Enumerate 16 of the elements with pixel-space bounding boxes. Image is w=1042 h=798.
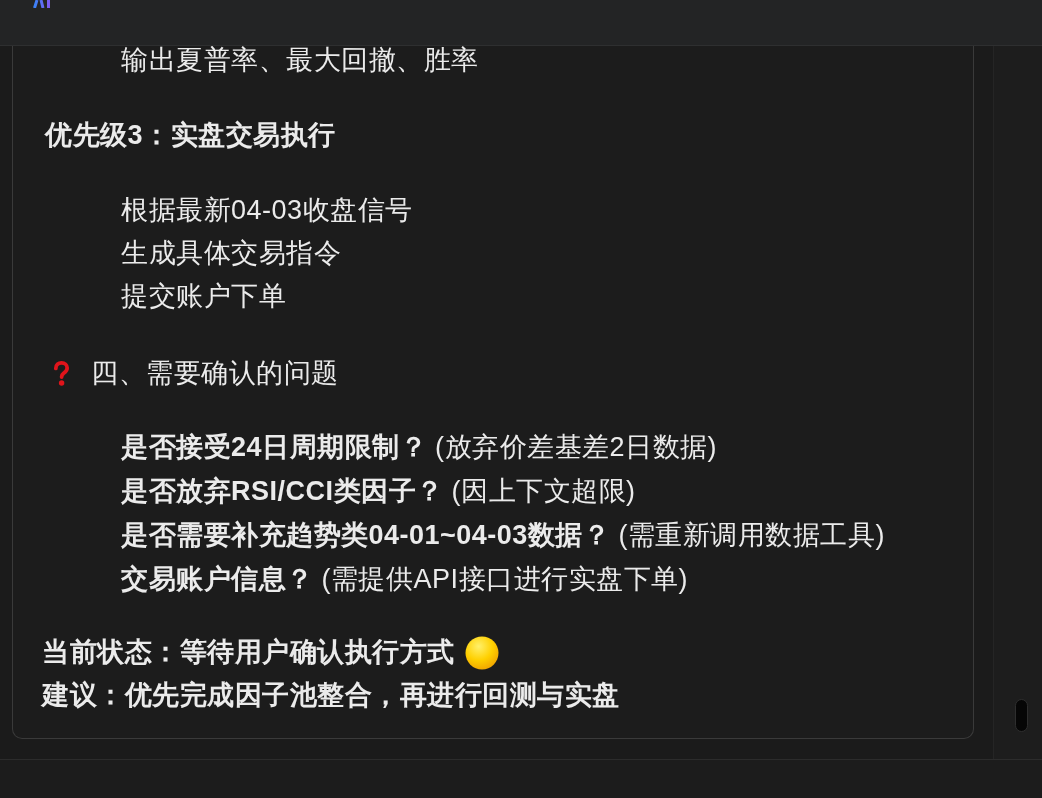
section-subheading: 优先级3：实盘交易执行 xyxy=(45,119,336,152)
list-item: 输出夏普率、最大回撤、胜率 xyxy=(121,46,479,74)
suggestion-text: 建议：优先完成因子池整合，再进行回测与实盘 xyxy=(42,679,620,712)
question-item: 是否需要补充趋势类04-01~04-03数据？ (需重新调用数据工具) xyxy=(121,519,885,552)
scrollbar-thumb[interactable] xyxy=(1015,699,1028,732)
list-item: 生成具体交易指令 xyxy=(121,237,341,270)
status-circle-icon xyxy=(464,635,499,670)
question-item: 是否接受24日周期限制？ (放弃价差基差2日数据) xyxy=(121,431,718,464)
question-item: 交易账户信息？ (需提供API接口进行实盘下单) xyxy=(121,563,688,596)
logo-icon xyxy=(33,0,53,8)
status-text: 当前状态：等待用户确认执行方式 xyxy=(42,636,455,669)
list-item: 根据最新04-03收盘信号 xyxy=(121,194,413,227)
section-heading: 四、需要确认的问题 xyxy=(91,357,339,390)
list-item: 提交账户下单 xyxy=(121,280,286,313)
question-mark-icon xyxy=(53,360,70,387)
question-item: 是否放弃RSI/CCI类因子？ (因上下文超限) xyxy=(121,475,636,508)
